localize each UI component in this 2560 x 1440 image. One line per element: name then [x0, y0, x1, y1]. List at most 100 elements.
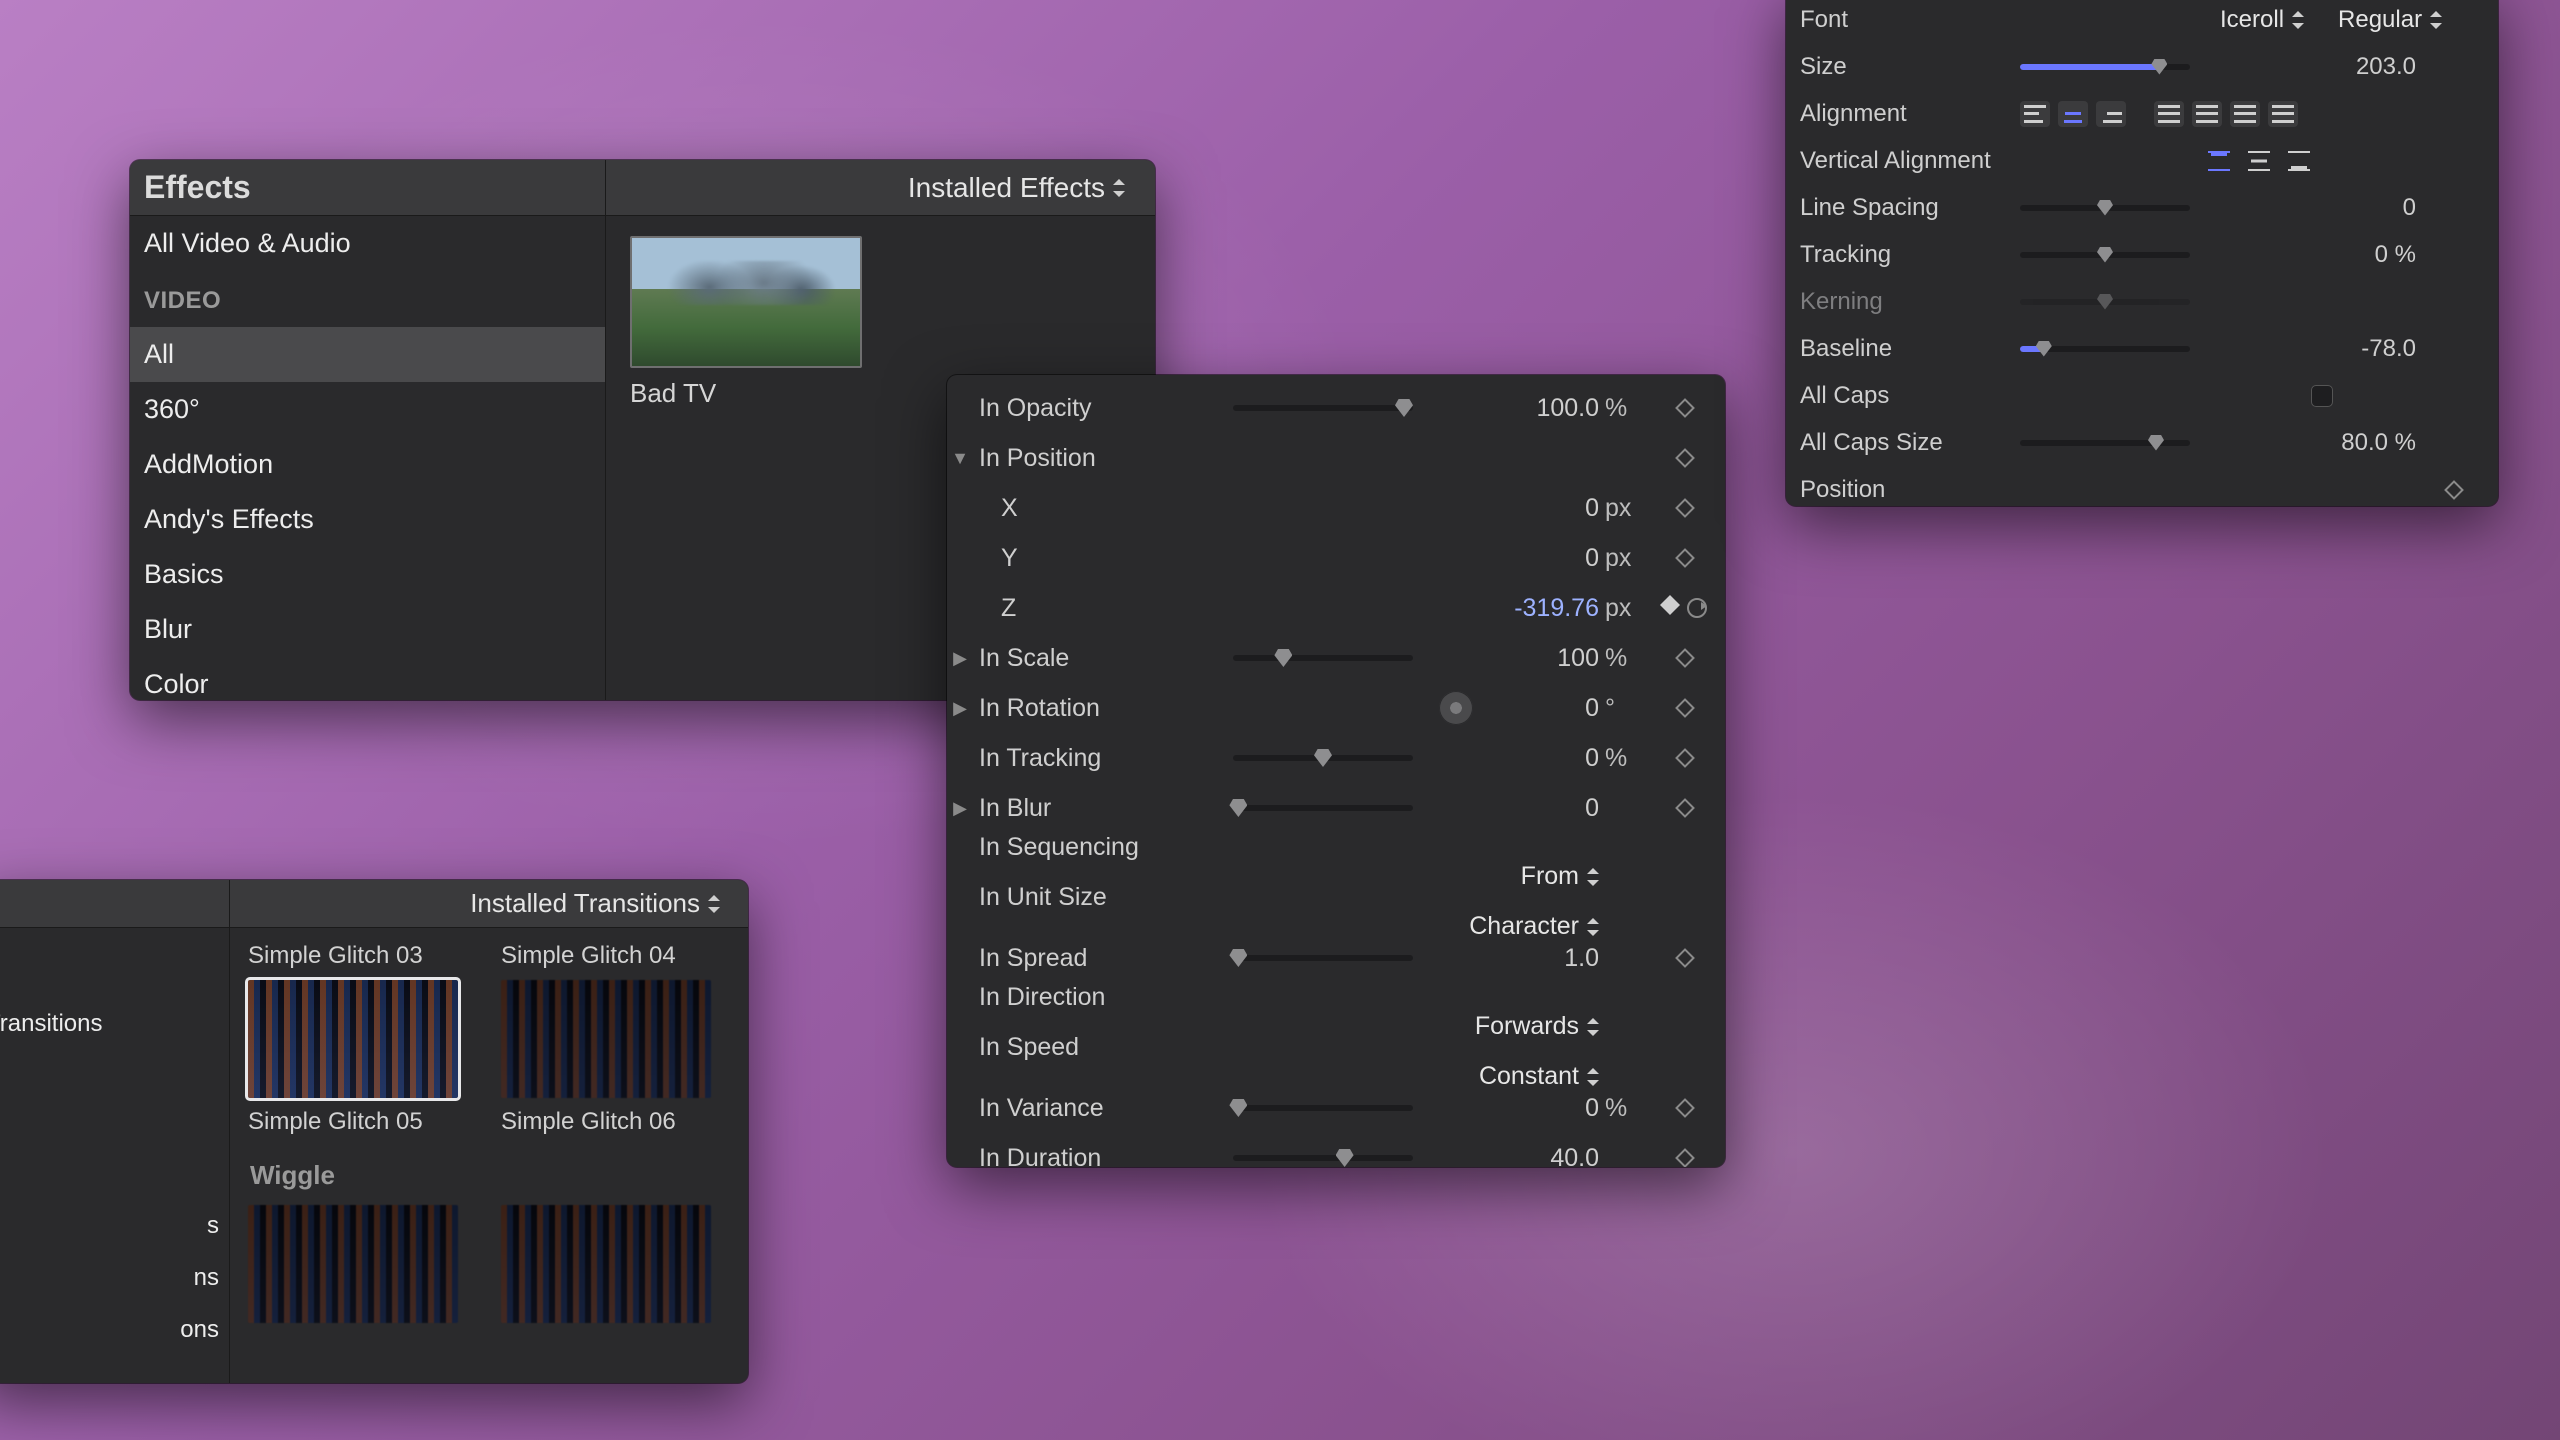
prop-value[interactable]: From [1221, 862, 1605, 891]
prop-value[interactable]: 100 [1485, 644, 1605, 673]
disclosure-right-icon[interactable]: ▶ [947, 648, 973, 669]
prop-row-y: Y0px [947, 533, 1713, 583]
prop-value[interactable]: -319.76 [1485, 594, 1605, 623]
prop-value[interactable]: 0 [1485, 744, 1605, 773]
prop-control[interactable] [1221, 805, 1485, 811]
sidebar-item-truncated-3[interactable]: ons [0, 1304, 229, 1356]
transition-item-glitch-05[interactable] [248, 980, 458, 1098]
sidebar-item-truncated-2[interactable]: ns [0, 1252, 229, 1304]
prop-control[interactable] [1221, 955, 1485, 961]
tracking-value[interactable]: 0 % [2220, 241, 2424, 269]
prop-dropdown[interactable]: Constant [1479, 1062, 1599, 1091]
align-left-button[interactable] [2020, 101, 2050, 127]
sidebar-item-addmotion[interactable]: AddMotion [130, 437, 605, 492]
valign-bottom-button[interactable] [2284, 148, 2314, 174]
slider[interactable] [1233, 955, 1413, 961]
valign-middle-button[interactable] [2244, 148, 2274, 174]
size-value[interactable]: 203.0 [2220, 53, 2424, 81]
sidebar-item-blur[interactable]: Blur [130, 602, 605, 657]
slider[interactable] [1233, 1105, 1413, 1111]
prop-control[interactable] [1221, 691, 1485, 725]
prop-label: All Caps [1800, 382, 2020, 410]
keyframe-icon[interactable] [1675, 1098, 1695, 1118]
slider[interactable] [1233, 405, 1413, 411]
justify-full-button[interactable] [2268, 101, 2298, 127]
disclosure-right-icon[interactable]: ▶ [947, 698, 973, 719]
slider[interactable] [1233, 1155, 1413, 1161]
valign-top-button[interactable] [2204, 148, 2234, 174]
keyframe-icon[interactable] [1675, 648, 1695, 668]
prop-dropdown[interactable]: From [1521, 862, 1599, 891]
keyframe-icon[interactable] [1660, 595, 1680, 615]
line-spacing-value[interactable]: 0 [2220, 194, 2424, 222]
keyframe-icon[interactable] [1675, 548, 1695, 568]
sidebar-item-all[interactable]: All [130, 327, 605, 382]
keyframe-icon[interactable] [1675, 748, 1695, 768]
transition-item-wiggle-1[interactable] [248, 1205, 458, 1323]
font-family-dropdown[interactable]: Iceroll [2220, 6, 2304, 34]
sidebar-item-transitions[interactable]: Transitions [0, 998, 229, 1050]
font-family-value: Iceroll [2220, 6, 2284, 34]
tracking-slider[interactable] [2020, 252, 2190, 258]
effect-item-bad-tv[interactable]: Bad TV [630, 236, 862, 409]
transitions-scope-dropdown[interactable]: Installed Transitions [470, 888, 720, 919]
sidebar-item-truncated-1[interactable]: s [0, 1200, 229, 1252]
disclosure-down-icon[interactable]: ▼ [947, 448, 973, 469]
slider[interactable] [1233, 805, 1413, 811]
keyframe-icon[interactable] [1675, 498, 1695, 518]
transition-item-wiggle-2[interactable] [501, 1205, 711, 1323]
sidebar-item-basics[interactable]: Basics [130, 547, 605, 602]
rotation-dial[interactable] [1439, 691, 1473, 725]
transition-item-glitch-06[interactable] [501, 980, 711, 1098]
prop-dropdown[interactable]: Character [1469, 912, 1599, 941]
prop-value[interactable]: 0 [1485, 794, 1605, 823]
font-style-dropdown[interactable]: Regular [2338, 6, 2442, 34]
keyframe-icon[interactable] [1675, 1148, 1695, 1167]
prop-value[interactable]: 1.0 [1485, 944, 1605, 973]
justify-left-button[interactable] [2154, 101, 2184, 127]
keyframe-cell [1657, 1101, 1713, 1115]
keyframe-icon[interactable] [2444, 480, 2464, 500]
justify-right-button[interactable] [2230, 101, 2260, 127]
baseline-slider[interactable] [2020, 346, 2190, 352]
prop-control[interactable] [1221, 405, 1485, 411]
sidebar-item-andys-effects[interactable]: Andy's Effects [130, 492, 605, 547]
all-caps-size-slider[interactable] [2020, 440, 2190, 446]
line-spacing-slider[interactable] [2020, 205, 2190, 211]
sidebar-item-all-video-audio[interactable]: All Video & Audio [130, 216, 605, 271]
prop-control[interactable] [1221, 1105, 1485, 1111]
prop-value[interactable]: 0 [1485, 694, 1605, 723]
keyframe-icon[interactable] [1675, 448, 1695, 468]
prop-dropdown[interactable]: Forwards [1475, 1012, 1599, 1041]
all-caps-size-value[interactable]: 80.0 % [2220, 429, 2424, 457]
prop-value[interactable]: 100.0 [1485, 394, 1605, 423]
prop-value[interactable]: 40.0 [1485, 1144, 1605, 1168]
keyframe-icon[interactable] [1675, 948, 1695, 968]
all-caps-checkbox[interactable] [2311, 385, 2333, 407]
slider[interactable] [1233, 655, 1413, 661]
prop-value[interactable]: 0 [1485, 1094, 1605, 1123]
prop-row-size: Size 203.0 [1800, 43, 2484, 90]
reset-icon[interactable] [1687, 598, 1707, 618]
size-slider[interactable] [2020, 64, 2190, 70]
prop-control[interactable] [1221, 655, 1485, 661]
align-center-button[interactable] [2058, 101, 2088, 127]
align-right-button[interactable] [2096, 101, 2126, 127]
prop-control[interactable] [1221, 1155, 1485, 1161]
effects-scope-dropdown[interactable]: Installed Effects [908, 172, 1125, 204]
prop-value[interactable]: Forwards [1221, 1012, 1605, 1041]
prop-control[interactable] [1221, 755, 1485, 761]
sidebar-item-360[interactable]: 360° [130, 382, 605, 437]
slider[interactable] [1233, 755, 1413, 761]
disclosure-right-icon[interactable]: ▶ [947, 798, 973, 819]
keyframe-icon[interactable] [1675, 698, 1695, 718]
keyframe-icon[interactable] [1675, 398, 1695, 418]
prop-value[interactable]: 0 [1485, 494, 1605, 523]
prop-value[interactable]: Character [1221, 912, 1605, 941]
baseline-value[interactable]: -78.0 [2220, 335, 2424, 363]
prop-value[interactable]: Constant [1221, 1062, 1605, 1091]
sidebar-item-color[interactable]: Color [130, 657, 605, 700]
prop-value[interactable]: 0 [1485, 544, 1605, 573]
keyframe-icon[interactable] [1675, 798, 1695, 818]
justify-center-button[interactable] [2192, 101, 2222, 127]
